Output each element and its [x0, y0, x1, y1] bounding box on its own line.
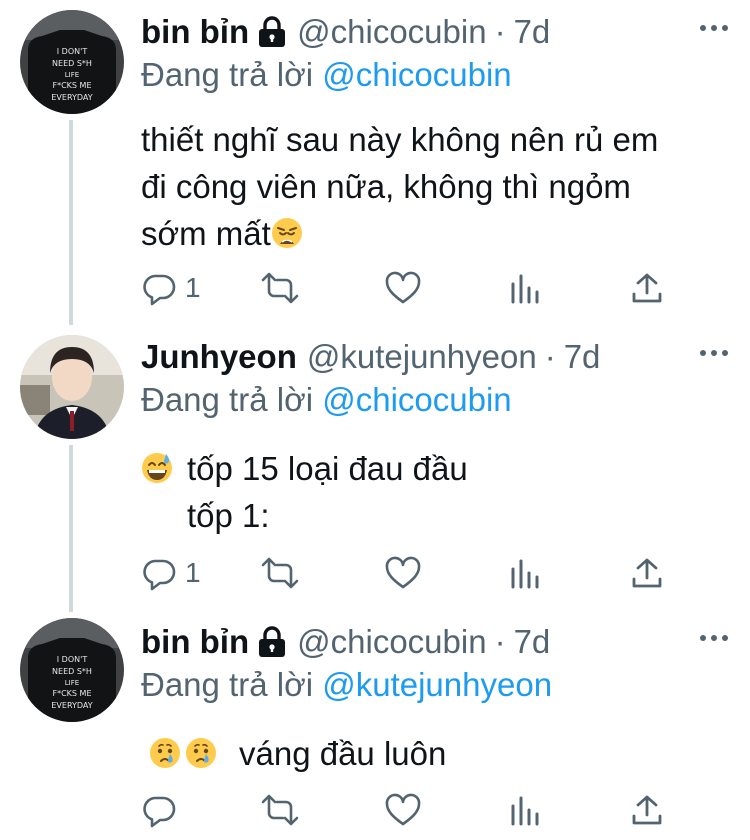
- reply-button[interactable]: 1: [141, 268, 201, 308]
- display-name[interactable]: bin bỉn: [141, 623, 249, 661]
- retweet-icon: [260, 792, 300, 828]
- avatar[interactable]: I DON'T NEED S*H LIFE F*CKS ME EVERYDAY: [20, 618, 124, 722]
- display-name[interactable]: Junhyeon: [141, 338, 297, 376]
- user-handle[interactable]: @chicocubin: [297, 13, 486, 51]
- like-icon: [385, 793, 421, 827]
- retweet-icon: [260, 270, 300, 306]
- lock-icon: [257, 16, 287, 48]
- retweet-icon: [260, 555, 300, 591]
- shirt-text: NEED S*H: [52, 667, 92, 676]
- shirt-text: I DON'T: [57, 47, 88, 56]
- tweet-text-line: tốp 15 loại đau đầu: [187, 450, 468, 487]
- shirt-text: EVERYDAY: [51, 93, 92, 102]
- like-button[interactable]: [385, 553, 421, 593]
- shirt-text: LIFE: [65, 71, 79, 79]
- like-icon: [385, 271, 421, 305]
- action-bar: [141, 790, 661, 830]
- replying-to-label: Đang trả lời: [141, 381, 314, 418]
- avatar[interactable]: I DON'T NEED S*H LIFE F*CKS ME EVERYDAY: [20, 10, 124, 114]
- tweet-text-line: sớm mất: [141, 215, 271, 252]
- retweet-button[interactable]: [260, 268, 300, 308]
- share-button[interactable]: [631, 268, 663, 308]
- tweet-2[interactable]: Junhyeon @kutejunhyeon · 7d Đang trả lời…: [0, 325, 750, 612]
- timestamp[interactable]: 7d: [514, 623, 551, 661]
- more-icon[interactable]: [700, 347, 728, 359]
- like-icon: [385, 556, 421, 590]
- mention-link[interactable]: @chicocubin: [322, 381, 511, 418]
- share-button[interactable]: [631, 553, 663, 593]
- weary-face-emoji-icon: [271, 217, 303, 249]
- tweet-text-line: thiết nghĩ sau này không nên rủ em: [141, 121, 659, 158]
- timestamp[interactable]: 7d: [514, 13, 551, 51]
- action-bar: 1: [141, 553, 661, 593]
- replying-to-label: Đang trả lời: [141, 56, 314, 93]
- tweet-text: thiết nghĩ sau này không nên rủ em đi cô…: [141, 116, 730, 257]
- mention-link[interactable]: @kutejunhyeon: [322, 666, 552, 703]
- replying-to: Đang trả lời @chicocubin: [141, 54, 730, 96]
- user-handle[interactable]: @chicocubin: [297, 623, 486, 661]
- tweet-header: Junhyeon @kutejunhyeon · 7d: [141, 335, 730, 379]
- reply-count: 1: [185, 557, 201, 588]
- share-icon: [631, 557, 663, 589]
- stats-icon: [509, 794, 541, 826]
- share-icon: [631, 794, 663, 826]
- stats-icon: [509, 272, 541, 304]
- tweet-text-line: đi công viên nữa, không thì ngỏm: [141, 168, 631, 205]
- shirt-text: NEED S*H: [52, 59, 92, 68]
- shirt-text: F*CKS ME: [52, 689, 91, 698]
- like-button[interactable]: [385, 268, 421, 308]
- retweet-button[interactable]: [260, 790, 300, 830]
- more-icon[interactable]: [700, 632, 728, 644]
- separator-dot: ·: [544, 338, 556, 375]
- user-handle[interactable]: @kutejunhyeon: [307, 338, 537, 376]
- shirt-text: I DON'T: [57, 655, 88, 664]
- reply-icon: [141, 792, 177, 828]
- reply-icon: [141, 555, 177, 591]
- stats-button[interactable]: [509, 553, 541, 593]
- tweet-text: váng đầu luôn: [141, 730, 730, 777]
- stats-icon: [509, 557, 541, 589]
- tweet-3[interactable]: I DON'T NEED S*H LIFE F*CKS ME EVERYDAY …: [0, 612, 750, 840]
- reply-button[interactable]: [141, 790, 177, 830]
- tweet-text-line: váng đầu luôn: [239, 735, 447, 772]
- stats-button[interactable]: [509, 268, 541, 308]
- stats-button[interactable]: [509, 790, 541, 830]
- tweet-text-line: tốp 1:: [187, 497, 270, 534]
- more-icon[interactable]: [700, 22, 728, 34]
- shirt-text: F*CKS ME: [52, 81, 91, 90]
- share-icon: [631, 272, 663, 304]
- replying-to-label: Đang trả lời: [141, 666, 314, 703]
- like-button[interactable]: [385, 790, 421, 830]
- display-name[interactable]: bin bỉn: [141, 13, 249, 51]
- retweet-button[interactable]: [260, 553, 300, 593]
- tweet-header: bin bỉn @chicocubin · 7d: [141, 620, 730, 664]
- replying-to: Đang trả lời @chicocubin: [141, 379, 730, 421]
- separator-dot: ·: [494, 623, 506, 660]
- crying-face-emoji-icon: [185, 737, 217, 769]
- reply-count: 1: [185, 272, 201, 303]
- separator-dot: ·: [494, 13, 506, 50]
- tweet-1[interactable]: I DON'T NEED S*H LIFE F*CKS ME EVERYDAY …: [0, 0, 750, 325]
- grinning-sweat-face-emoji-icon: [141, 452, 173, 484]
- shirt-text: EVERYDAY: [51, 701, 92, 710]
- mention-link[interactable]: @chicocubin: [322, 56, 511, 93]
- share-button[interactable]: [631, 790, 663, 830]
- lock-icon: [257, 626, 287, 658]
- reply-button[interactable]: 1: [141, 553, 201, 593]
- tweet-text: tốp 15 loại đau đầu tốp 1:: [141, 445, 730, 539]
- avatar[interactable]: [20, 335, 124, 439]
- reply-icon: [141, 270, 177, 306]
- thread-line: [69, 445, 73, 612]
- timestamp[interactable]: 7d: [564, 338, 601, 376]
- tweet-header: bin bỉn @chicocubin · 7d: [141, 10, 730, 54]
- shirt-text: LIFE: [65, 679, 79, 687]
- action-bar: 1: [141, 268, 661, 308]
- crying-face-emoji-icon: [149, 737, 181, 769]
- replying-to: Đang trả lời @kutejunhyeon: [141, 664, 730, 706]
- thread-line: [69, 120, 73, 325]
